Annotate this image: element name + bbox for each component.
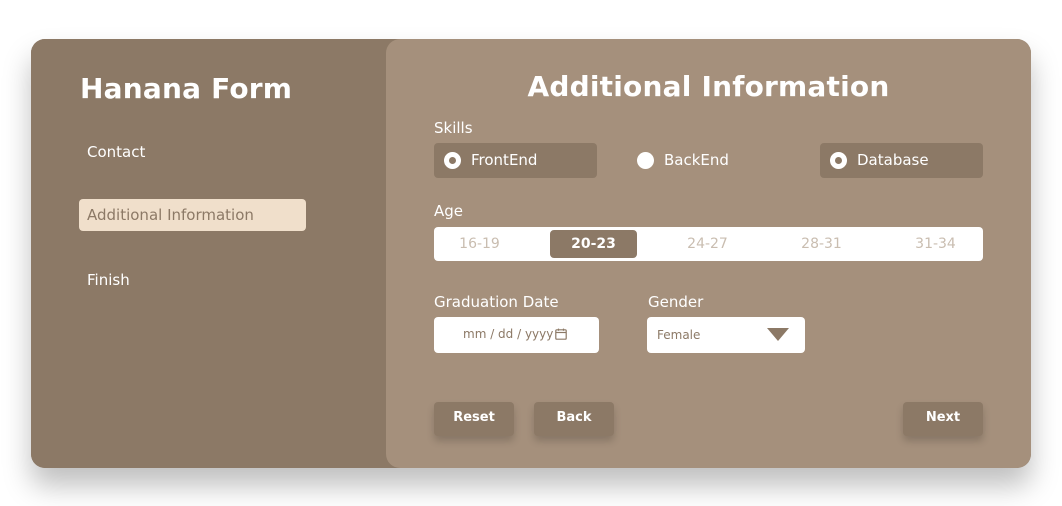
sidebar: Hanana Form Contact Additional Informati… <box>31 39 386 468</box>
age-option-31-34[interactable]: 31-34 <box>892 230 979 258</box>
skill-database-label: Database <box>857 151 929 169</box>
gender-select[interactable]: Female <box>647 317 805 353</box>
date-placeholder: mm / dd / yyyy <box>463 327 554 341</box>
sidebar-item-finish[interactable]: Finish <box>79 264 306 296</box>
sidebar-item-contact[interactable]: Contact <box>79 136 306 168</box>
calendar-icon[interactable] <box>555 328 567 340</box>
skill-backend-label: BackEnd <box>664 151 729 169</box>
gender-selected-value: Female <box>657 328 701 342</box>
age-label: Age <box>434 202 464 220</box>
age-option-20-23[interactable]: 20-23 <box>550 230 637 258</box>
back-button[interactable]: Back <box>534 402 614 436</box>
skills-label: Skills <box>434 119 473 137</box>
brand-title: Hanana Form <box>80 72 293 105</box>
skill-frontend-label: FrontEnd <box>471 151 538 169</box>
radio-checked-icon <box>830 152 847 169</box>
radio-checked-icon <box>444 152 461 169</box>
age-option-16-19[interactable]: 16-19 <box>436 230 523 258</box>
sidebar-item-additional-information[interactable]: Additional Information <box>79 199 306 231</box>
radio-unchecked-icon <box>637 152 654 169</box>
graduation-date-label: Graduation Date <box>434 293 559 311</box>
form-card: Hanana Form Contact Additional Informati… <box>31 39 1031 468</box>
next-button[interactable]: Next <box>903 402 983 436</box>
skill-backend-radio[interactable]: BackEnd <box>627 143 790 178</box>
age-segmented-control: 16-19 20-23 24-27 28-31 31-34 <box>434 227 983 261</box>
main-panel: Additional Information Skills FrontEnd B… <box>386 39 1031 468</box>
graduation-date-input[interactable]: mm / dd / yyyy <box>434 317 599 353</box>
page-title: Additional Information <box>527 70 890 103</box>
reset-button[interactable]: Reset <box>434 402 514 436</box>
skill-frontend-radio[interactable]: FrontEnd <box>434 143 597 178</box>
chevron-down-icon <box>767 328 789 341</box>
gender-label: Gender <box>648 293 704 311</box>
age-option-28-31[interactable]: 28-31 <box>778 230 865 258</box>
skill-database-radio[interactable]: Database <box>820 143 983 178</box>
age-option-24-27[interactable]: 24-27 <box>664 230 751 258</box>
